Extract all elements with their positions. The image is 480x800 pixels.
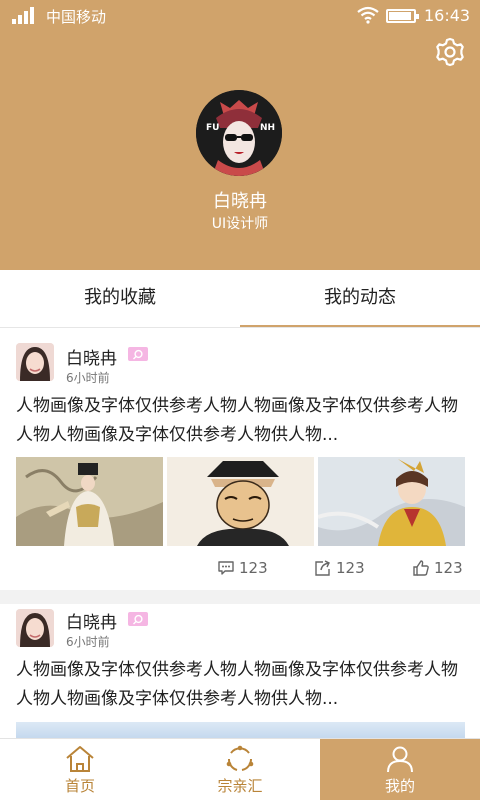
- comment-icon: [218, 561, 234, 575]
- feed-post[interactable]: 白晓冉 6小时前 人物画像及字体仅供参考人物人物画像及字体仅供参考人物人物人物画…: [0, 604, 480, 738]
- profile-role: UI设计师: [211, 216, 269, 232]
- post-timestamp: 6小时前: [66, 371, 110, 385]
- feed-post[interactable]: 白晓冉 6小时前 人物画像及字体仅供参考人物人物画像及字体仅供参考人物人物人物画…: [0, 328, 480, 590]
- post-divider: [0, 590, 480, 604]
- nav-mine[interactable]: 我的: [320, 739, 480, 800]
- profile-name: 白晓冉: [213, 191, 267, 212]
- comment-count: 123: [239, 559, 268, 577]
- nav-home-label: 首页: [64, 777, 95, 795]
- post-image-1[interactable]: [16, 722, 465, 738]
- profile-avatar[interactable]: FU NH: [196, 90, 282, 176]
- svg-text:FU: FU: [206, 123, 219, 133]
- nav-mine-label: 我的: [384, 777, 415, 795]
- search-badge-icon: [133, 349, 143, 360]
- status-bar: 中国移动 16:43: [0, 0, 480, 32]
- profile-header: 中国移动 16:43 FU NH 白晓冉 UI设计师: [0, 0, 480, 270]
- tab-favorites[interactable]: 我的收藏: [0, 270, 240, 328]
- post-author-avatar[interactable]: [16, 343, 54, 381]
- post-image-3[interactable]: [318, 457, 465, 546]
- svg-text:NH: NH: [260, 123, 275, 133]
- author-photo: [16, 343, 54, 381]
- post-body: 人物画像及字体仅供参考人物人物画像及字体仅供参考人物人物人物画像及字体仅供参考人…: [16, 660, 458, 709]
- bottom-navigation: 首页 宗亲汇 我的: [0, 738, 480, 800]
- portrait-illustration: [318, 457, 465, 546]
- carrier-label: 中国移动: [46, 8, 107, 26]
- settings-gear-icon[interactable]: [434, 36, 466, 68]
- battery-icon: [386, 9, 419, 23]
- clan-circle-icon: [226, 745, 254, 771]
- avatar-illustration: FU NH: [196, 90, 282, 176]
- search-badge-icon: [133, 614, 143, 625]
- verified-badge: [128, 612, 148, 626]
- post-author-name[interactable]: 白晓冉: [66, 344, 117, 369]
- tab-activity[interactable]: 我的动态: [240, 270, 480, 328]
- post-author-name[interactable]: 白晓冉: [66, 608, 117, 633]
- nav-clan[interactable]: 宗亲汇: [160, 739, 320, 800]
- post-body: 人物画像及字体仅供参考人物人物画像及字体仅供参考人物人物人物画像及字体仅供参考人…: [16, 396, 458, 445]
- user-icon: [387, 746, 413, 773]
- signal-icon: [12, 6, 38, 24]
- portrait-painting: [16, 457, 163, 546]
- nav-clan-label: 宗亲汇: [217, 777, 263, 795]
- thumbs-up-icon: [413, 560, 429, 576]
- verified-badge: [128, 347, 148, 361]
- home-icon: [66, 746, 94, 772]
- like-button[interactable]: 123: [412, 556, 463, 580]
- clock: 16:43: [424, 6, 471, 25]
- like-count: 123: [434, 559, 463, 577]
- portrait-sketch: [167, 457, 314, 546]
- post-timestamp: 6小时前: [66, 635, 110, 649]
- share-count: 123: [336, 559, 365, 577]
- share-icon: [315, 560, 330, 576]
- nav-home[interactable]: 首页: [0, 739, 160, 800]
- post-actions: 123 123 123: [0, 556, 480, 580]
- wifi-icon: [357, 6, 379, 24]
- post-image-2[interactable]: [167, 457, 314, 546]
- post-author-avatar[interactable]: [16, 609, 54, 647]
- author-photo: [16, 609, 54, 647]
- share-button[interactable]: 123: [314, 556, 365, 580]
- profile-tabs: 我的收藏 我的动态: [0, 270, 480, 328]
- post-image-1[interactable]: [16, 457, 163, 546]
- comment-button[interactable]: 123: [217, 556, 268, 580]
